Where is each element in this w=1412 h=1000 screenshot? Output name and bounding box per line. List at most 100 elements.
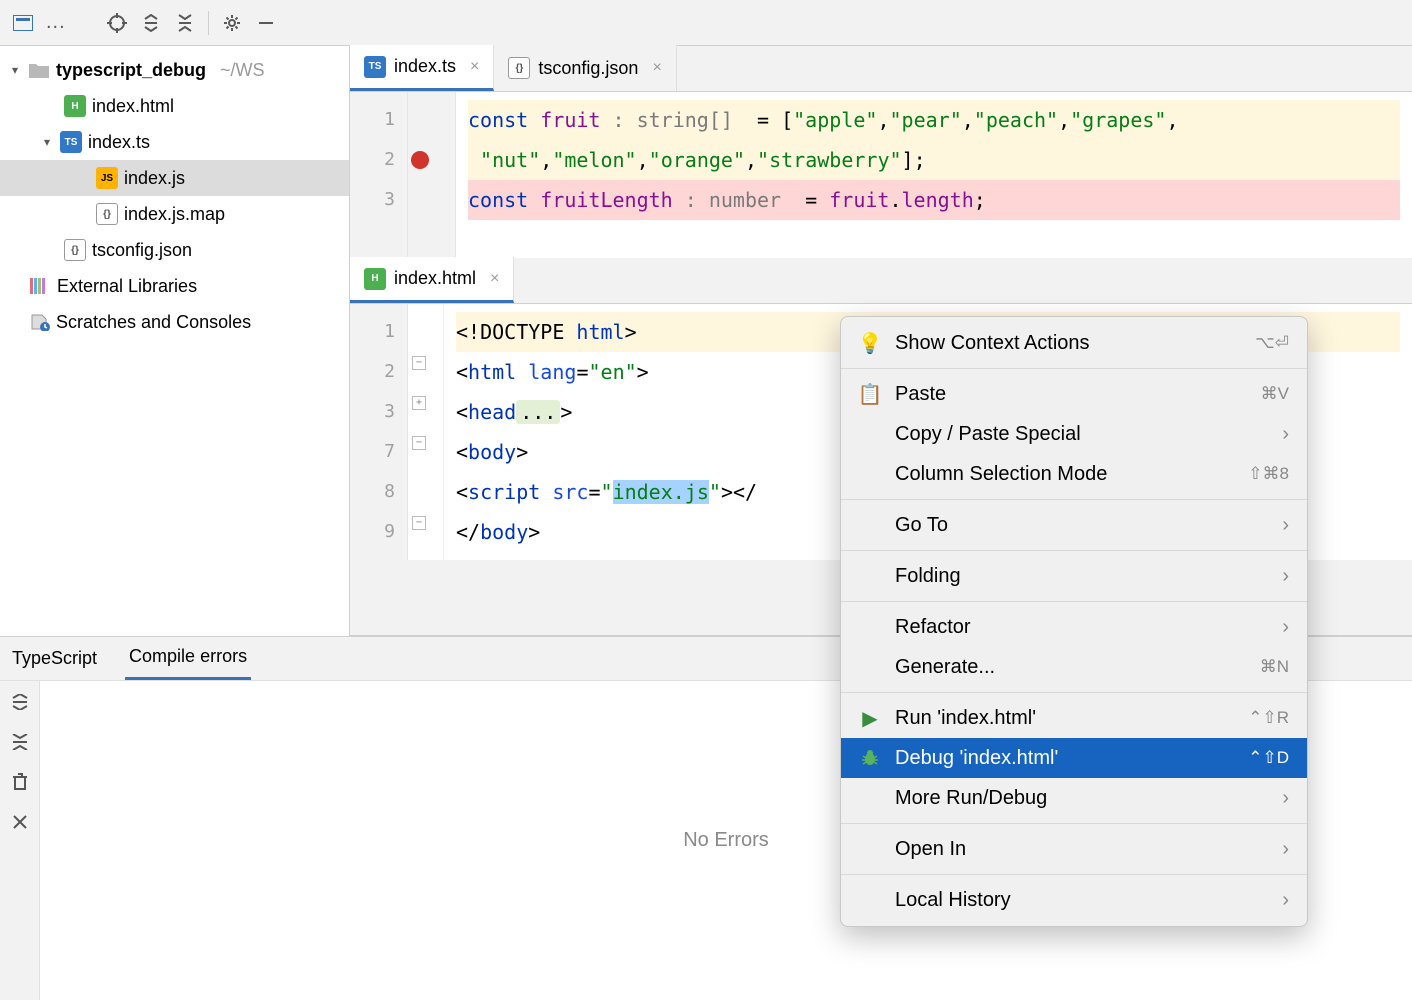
minimize-icon[interactable] [251, 8, 281, 38]
menu-column-selection[interactable]: Column Selection Mode ⇧⌘8 [841, 454, 1307, 494]
menu-separator [841, 368, 1307, 369]
tree-item-index-html[interactable]: H index.html [0, 88, 349, 124]
line-number: 2 [350, 352, 395, 392]
trash-icon[interactable] [9, 771, 31, 793]
ts-file-icon: TS [364, 56, 386, 78]
tree-root-path: ~/WS [220, 60, 265, 81]
tab-label: tsconfig.json [538, 58, 638, 79]
ts-file-icon: TS [60, 131, 82, 153]
line-number: 9 [350, 512, 395, 552]
map-file-icon: {} [96, 203, 118, 225]
line-number: 8 [350, 472, 395, 512]
line-gutter[interactable]: 1 2 3 7 8 9 [350, 304, 408, 560]
collapse-icon[interactable] [9, 731, 31, 753]
scratches-icon [30, 313, 50, 331]
close-icon[interactable]: × [470, 58, 479, 76]
menu-folding[interactable]: Folding › [841, 556, 1307, 596]
menu-generate[interactable]: Generate... ⌘N [841, 647, 1307, 687]
no-errors-label: No Errors [683, 829, 769, 852]
shortcut: ⌥⏎ [1255, 333, 1289, 353]
menu-separator [841, 692, 1307, 693]
menu-run[interactable]: ▶Run 'index.html' ⌃⇧R [841, 698, 1307, 738]
tree-item-tsconfig[interactable]: {} tsconfig.json [0, 232, 349, 268]
line-gutter[interactable]: 1 2 3 [350, 92, 408, 268]
fold-gutter[interactable]: − + − − [408, 304, 444, 560]
code-area-ts[interactable]: 1 2 3 const fruit : string[] = ["apple",… [350, 92, 1412, 268]
menu-show-context-actions[interactable]: 💡Show Context Actions ⌥⏎ [841, 323, 1307, 363]
tree-item-label: index.js.map [124, 204, 225, 225]
menu-copy-paste-special[interactable]: Copy / Paste Special › [841, 414, 1307, 454]
chevron-right-icon: › [1282, 565, 1289, 588]
breakpoint-gutter[interactable] [408, 92, 456, 268]
tab-tsconfig[interactable]: {} tsconfig.json × [494, 45, 676, 91]
menu-separator [841, 823, 1307, 824]
fold-minus-icon[interactable]: − [412, 356, 426, 370]
tree-item-label: Scratches and Consoles [56, 312, 251, 333]
close-panel-icon[interactable] [9, 811, 31, 833]
menu-separator [841, 601, 1307, 602]
tree-item-index-ts[interactable]: ▾ TS index.ts [0, 124, 349, 160]
shortcut: ⌘V [1261, 384, 1289, 404]
top-toolbar: ... [0, 0, 1412, 46]
tree-scratches[interactable]: Scratches and Consoles [0, 304, 349, 340]
line-number-breakpoint[interactable]: 2 [350, 140, 395, 180]
select-opened-file-icon[interactable] [8, 8, 38, 38]
close-icon[interactable]: × [490, 270, 499, 288]
toolbar-separator [208, 11, 209, 35]
line-number: 3 [350, 392, 395, 432]
tab-label: index.html [394, 268, 476, 289]
bottom-tab-typescript[interactable]: TypeScript [8, 636, 101, 680]
menu-separator [841, 499, 1307, 500]
menu-open-in[interactable]: Open In › [841, 829, 1307, 869]
tree-item-label: tsconfig.json [92, 240, 192, 261]
project-sidebar: ▾ typescript_debug ~/WS H index.html ▾ T… [0, 46, 350, 636]
menu-debug[interactable]: Debug 'index.html' ⌃⇧D [841, 738, 1307, 778]
expand-all-icon[interactable] [136, 8, 166, 38]
settings-icon[interactable] [217, 8, 247, 38]
tab-index-html[interactable]: H index.html × [350, 257, 514, 303]
code-content-ts[interactable]: const fruit : string[] = ["apple","pear"… [456, 92, 1412, 268]
chevron-down-icon[interactable]: ▾ [8, 63, 22, 77]
tab-index-ts[interactable]: TS index.ts × [350, 45, 494, 91]
libraries-icon [30, 278, 45, 294]
toolbar-dots[interactable]: ... [42, 11, 70, 34]
line-number: 1 [350, 100, 395, 140]
menu-more-run-debug[interactable]: More Run/Debug › [841, 778, 1307, 818]
json-file-icon: {} [64, 239, 86, 261]
editor-tabbar-bottom: H index.html × [350, 258, 1412, 304]
selected-text: index.js [613, 480, 709, 504]
tree-root-name: typescript_debug [56, 60, 206, 81]
tree-item-label: index.js [124, 168, 185, 189]
menu-refactor[interactable]: Refactor › [841, 607, 1307, 647]
context-menu: 💡Show Context Actions ⌥⏎ 📋Paste ⌘V Copy … [840, 316, 1308, 927]
folded-region[interactable]: ... [516, 400, 560, 424]
bottom-tab-compile-errors[interactable]: Compile errors [125, 636, 251, 680]
tree-root[interactable]: ▾ typescript_debug ~/WS [0, 52, 349, 88]
menu-separator [841, 874, 1307, 875]
chevron-right-icon: › [1282, 423, 1289, 446]
bug-icon [859, 748, 881, 768]
tab-label: index.ts [394, 56, 456, 77]
run-icon: ▶ [859, 706, 881, 731]
menu-local-history[interactable]: Local History › [841, 880, 1307, 920]
chevron-right-icon: › [1282, 514, 1289, 537]
tree-external-libraries[interactable]: External Libraries [0, 268, 349, 304]
target-icon[interactable] [102, 8, 132, 38]
chevron-down-icon[interactable]: ▾ [40, 135, 54, 149]
fold-plus-icon[interactable]: + [412, 396, 426, 410]
expand-icon[interactable] [9, 691, 31, 713]
fold-minus-icon[interactable]: − [412, 436, 426, 450]
shortcut: ⌃⇧D [1248, 748, 1289, 768]
project-tree: ▾ typescript_debug ~/WS H index.html ▾ T… [0, 46, 349, 340]
menu-paste[interactable]: 📋Paste ⌘V [841, 374, 1307, 414]
tree-item-index-js[interactable]: JS index.js [0, 160, 349, 196]
menu-separator [841, 550, 1307, 551]
close-icon[interactable]: × [652, 59, 661, 77]
line-number: 1 [350, 312, 395, 352]
menu-go-to[interactable]: Go To › [841, 505, 1307, 545]
shortcut: ⌃⇧R [1248, 708, 1289, 728]
collapse-all-icon[interactable] [170, 8, 200, 38]
fold-minus-icon[interactable]: − [412, 516, 426, 530]
tree-item-index-js-map[interactable]: {} index.js.map [0, 196, 349, 232]
shortcut: ⇧⌘8 [1248, 464, 1289, 484]
